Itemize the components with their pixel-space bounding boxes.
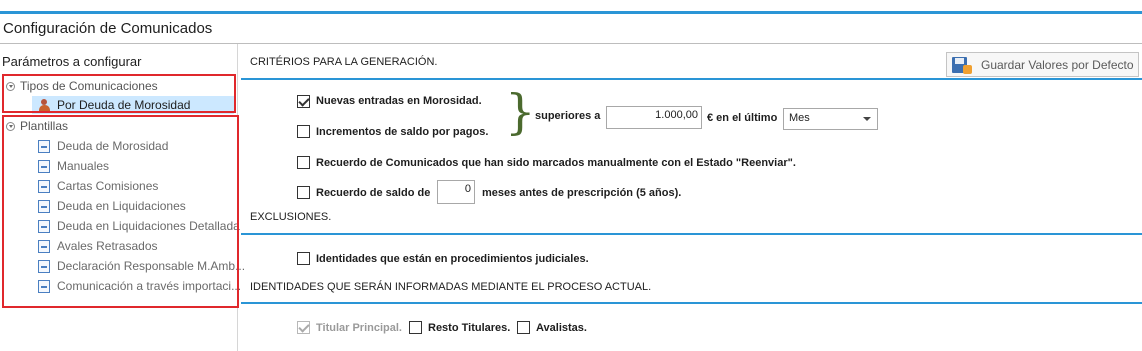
title-separator [0, 43, 1142, 44]
titular-principal-checkbox[interactable] [297, 321, 310, 334]
incrementos-label: Incrementos de saldo por pagos. [316, 126, 489, 138]
section-divider [241, 78, 1142, 80]
avalistas-checkbox[interactable] [517, 321, 530, 334]
superiores-label: superiores a [535, 110, 601, 122]
months-input[interactable]: 0 [437, 180, 475, 204]
window-top-accent [0, 11, 1142, 14]
save-defaults-label: Guardar Valores por Defecto [981, 57, 1134, 72]
incrementos-checkbox[interactable] [297, 125, 310, 138]
recuerdo-comunicados-label: Recuerdo de Comunicados que han sido mar… [316, 157, 796, 169]
avalistas-label: Avalistas. [536, 322, 587, 334]
period-label: € en el último [707, 112, 778, 124]
section-divider [241, 233, 1142, 235]
resto-titulares-checkbox[interactable] [409, 321, 422, 334]
window-title: Configuración de Comunicados [3, 20, 213, 37]
parameters-header: Parámetros a configurar [2, 54, 142, 69]
recuerdo-saldo-checkbox[interactable] [297, 186, 310, 199]
resto-titulares-label: Resto Titulares. [428, 322, 511, 334]
nuevas-entradas-checkbox[interactable] [297, 95, 310, 108]
save-icon [952, 56, 972, 74]
section-title-identidades: IDENTIDADES QUE SERÁN INFORMADAS MEDIANT… [250, 281, 652, 293]
highlight-box [2, 115, 239, 308]
save-defaults-button[interactable]: Guardar Valores por Defecto [946, 52, 1139, 77]
section-title-criterios: CRITÉRIOS PARA LA GENERACIÓN. [250, 56, 438, 68]
section-divider [241, 302, 1142, 304]
brace-icon: } [505, 84, 536, 140]
amount-input[interactable]: 1.000,00 [606, 106, 702, 129]
highlight-box [2, 74, 236, 113]
recuerdo-saldo-label: Recuerdo de saldo de [316, 187, 431, 199]
period-select-value: Mes [789, 112, 810, 124]
chevron-down-icon [863, 117, 871, 121]
section-title-exclusiones: EXCLUSIONES. [250, 211, 332, 223]
recuerdo-saldo-suffix: meses antes de prescripción (5 años). [482, 187, 682, 199]
identidades-judiciales-label: Identidades que están en procedimientos … [316, 253, 589, 265]
identidades-judiciales-checkbox[interactable] [297, 252, 310, 265]
titular-principal-label: Titular Principal. [316, 322, 402, 334]
period-select[interactable]: Mes [783, 108, 878, 130]
nuevas-entradas-label: Nuevas entradas en Morosidad. [316, 95, 482, 107]
recuerdo-comunicados-checkbox[interactable] [297, 156, 310, 169]
